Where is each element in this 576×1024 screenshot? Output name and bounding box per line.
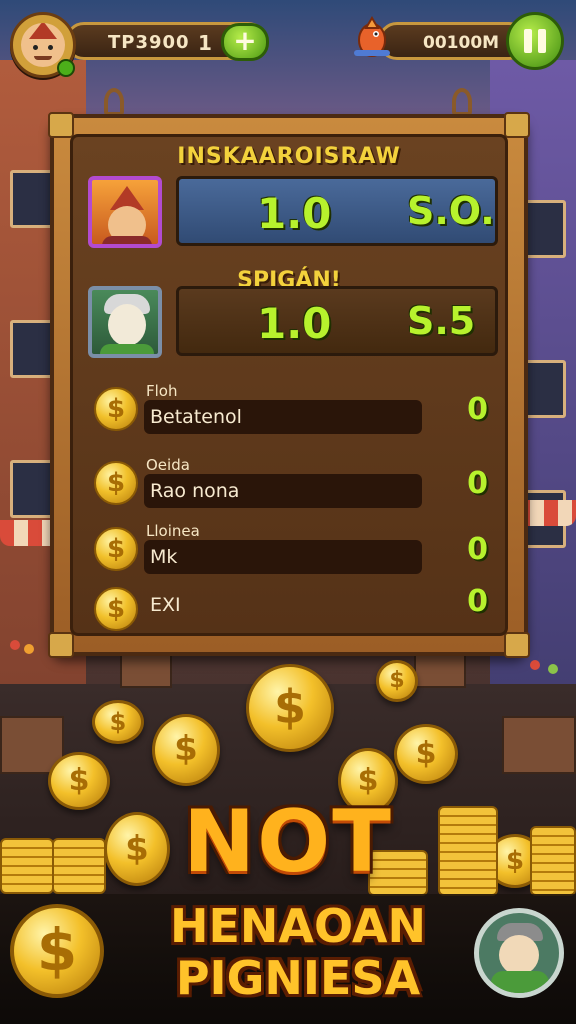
- coin-icon: $: [152, 714, 220, 786]
- board-hook: [104, 88, 124, 116]
- stat-row[interactable]: $ Oeida Rao nona 0: [88, 456, 500, 514]
- stat-value: 0: [467, 532, 488, 567]
- fish-icon: [354, 16, 390, 57]
- stat-row[interactable]: $ Floh Betatenol 0: [88, 382, 500, 440]
- produce-item: [10, 640, 20, 650]
- coin-icon: $: [376, 660, 418, 702]
- stat-caption: Oeida: [146, 456, 190, 474]
- coin-icon: $: [394, 724, 458, 784]
- board-corner: [48, 112, 74, 138]
- player2-value: 1.0: [257, 299, 332, 348]
- player1-score: S.O.: [407, 189, 495, 233]
- add-currency-button[interactable]: +: [221, 23, 269, 61]
- board-corner: [504, 112, 530, 138]
- player2-score-panel: 1.0 S.5: [176, 286, 498, 356]
- coin-icon: $: [94, 527, 138, 571]
- stat-label: Rao nona: [150, 480, 240, 502]
- player2-portrait-icon: [88, 286, 162, 358]
- stat-bar: Betatenol: [144, 400, 422, 434]
- market-stall: [502, 716, 576, 774]
- friend-avatar-icon[interactable]: [474, 908, 564, 998]
- player-row-1[interactable]: 1.0 S.O.: [88, 176, 500, 248]
- board-corner: [48, 632, 74, 658]
- promo-subheadline: HENAOAN PIGNIESA: [150, 900, 446, 1004]
- stat-value: 0: [467, 584, 488, 619]
- player1-portrait-icon: [88, 176, 162, 248]
- produce-item: [548, 664, 558, 674]
- stat-row[interactable]: $ EXI 0: [88, 582, 500, 640]
- board-hook: [452, 88, 472, 116]
- timer-text: 00100M: [423, 33, 500, 53]
- pause-button[interactable]: [506, 12, 564, 70]
- stat-label: EXI: [150, 594, 181, 616]
- stat-row[interactable]: $ Lloinea Mk 0: [88, 522, 500, 580]
- stat-value: 0: [467, 392, 488, 427]
- top-hud: TP3900 1 + 00100M: [10, 10, 566, 78]
- stat-value: 0: [467, 466, 488, 501]
- score-count: 1: [198, 31, 212, 55]
- coin-icon: $: [94, 587, 138, 631]
- coin-icon: $: [246, 664, 334, 752]
- produce-item: [24, 644, 34, 654]
- leaderboard-panel: INSKAAROISRAW 1.0 S.O. SPIGÁN! 1.0 S.5 $…: [48, 112, 530, 658]
- player2-score: S.5: [407, 299, 476, 343]
- pause-icon: [524, 29, 532, 53]
- coin-icon: $: [94, 387, 138, 431]
- promo-line-2: HENAOAN: [170, 899, 426, 953]
- promo-line-3: PIGNIESA: [175, 951, 421, 1005]
- stat-caption: Floh: [146, 382, 178, 400]
- player1-score-panel: 1.0 S.O.: [176, 176, 498, 246]
- board-title: INSKAAROISRAW: [177, 144, 401, 169]
- avatar-face: [21, 23, 65, 67]
- pause-icon: [538, 29, 546, 53]
- hat-icon: [29, 23, 57, 39]
- stat-bar: Mk: [144, 540, 422, 574]
- player-avatar-icon[interactable]: [10, 12, 76, 78]
- promo-headline: NOT: [183, 792, 393, 892]
- player-row-2[interactable]: 1.0 S.5: [88, 286, 500, 358]
- coin-shop-button[interactable]: $: [10, 904, 104, 998]
- stat-bar: Rao nona: [144, 474, 422, 508]
- stat-label: Betatenol: [150, 406, 242, 428]
- score-label: TP3900: [108, 32, 190, 53]
- coin-icon: $: [92, 700, 144, 744]
- player1-value: 1.0: [257, 189, 332, 238]
- produce-item: [530, 660, 540, 670]
- coin-icon: $: [94, 461, 138, 505]
- stat-bar: EXI: [144, 588, 422, 622]
- board-corner: [504, 632, 530, 658]
- stat-label: Mk: [150, 546, 178, 568]
- stat-caption: Lloinea: [146, 522, 200, 540]
